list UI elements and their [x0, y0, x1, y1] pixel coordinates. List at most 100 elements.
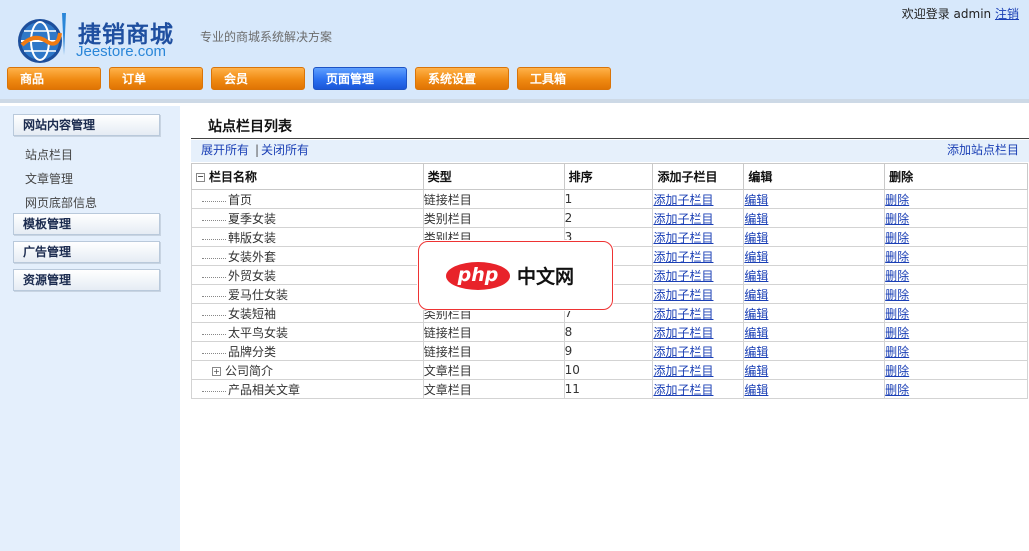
delete-link[interactable]: 删除	[885, 193, 909, 207]
nav-tab-2[interactable]: 会员	[211, 67, 305, 90]
main-content: 站点栏目列表 展开所有 | 关闭所有 添加站点栏目 − 栏目名称 类型 排序 添加…	[181, 106, 1029, 551]
nav-tab-5[interactable]: 工具箱	[517, 67, 611, 90]
cell-order: 9	[563, 341, 654, 361]
add-child-link[interactable]: 添加子栏目	[653, 212, 713, 226]
page-title: 站点栏目列表	[208, 119, 292, 135]
nav-tab-3[interactable]: 页面管理	[313, 67, 407, 90]
cell-edit-link: 编辑	[743, 284, 886, 304]
add-child-link[interactable]: 添加子栏目	[653, 326, 713, 340]
add-child-link[interactable]: 添加子栏目	[653, 231, 713, 245]
sidebar-item-articles[interactable]: 文章管理	[25, 170, 73, 187]
cell-add-child-link: 添加子栏目	[652, 265, 745, 285]
delete-link[interactable]: 删除	[885, 307, 909, 321]
cell-edit-link: 编辑	[743, 265, 886, 285]
add-child-link[interactable]: 添加子栏目	[653, 383, 713, 397]
add-child-link[interactable]: 添加子栏目	[653, 269, 713, 283]
column-name: 爱马仕女装	[228, 287, 289, 302]
table-row: + 公司简介 文章栏目 10 添加子栏目 编辑 删除	[191, 360, 1028, 380]
add-child-link[interactable]: 添加子栏目	[653, 288, 713, 302]
edit-link[interactable]: 编辑	[744, 307, 768, 321]
tree-connector-icon	[202, 229, 226, 240]
add-child-link[interactable]: 添加子栏目	[653, 345, 713, 359]
edit-link[interactable]: 编辑	[744, 250, 768, 264]
sidebar-group-templates[interactable]: 模板管理	[13, 213, 160, 235]
column-header-edit: 编辑	[743, 163, 886, 190]
add-site-column-link[interactable]: 添加站点栏目	[947, 140, 1019, 160]
sidebar-item-footer-info[interactable]: 网页底部信息	[25, 194, 97, 211]
nav-tab-4[interactable]: 系统设置	[415, 67, 509, 90]
watermark-text: 中文网	[517, 266, 575, 288]
edit-link[interactable]: 编辑	[744, 364, 768, 378]
column-name: 首页	[228, 192, 253, 207]
delete-link[interactable]: 删除	[885, 345, 909, 359]
add-child-link[interactable]: 添加子栏目	[653, 250, 713, 264]
sidebar-group-resources[interactable]: 资源管理	[13, 269, 160, 291]
delete-link[interactable]: 删除	[885, 269, 909, 283]
delete-link[interactable]: 删除	[885, 288, 909, 302]
edit-link[interactable]: 编辑	[744, 269, 768, 283]
column-name: 太平鸟女装	[228, 325, 289, 340]
cell-edit-link: 编辑	[743, 246, 886, 266]
cell-edit-link: 编辑	[743, 303, 886, 323]
cell-order: 10	[563, 360, 654, 380]
column-name: 产品相关文章	[228, 382, 301, 397]
column-name: 夏季女装	[228, 211, 277, 226]
expand-all-link[interactable]: 展开所有	[201, 140, 249, 160]
toolbar: 展开所有 | 关闭所有 添加站点栏目	[191, 140, 1029, 162]
cell-add-child-link: 添加子栏目	[652, 284, 745, 304]
logo-domain: Jeestore.com	[76, 43, 167, 60]
column-header-name-label: 栏目名称	[209, 170, 258, 184]
cell-name: 韩版女装	[191, 227, 424, 247]
cell-name: 女装外套	[191, 246, 424, 266]
collapse-tree-icon[interactable]: −	[196, 173, 205, 182]
toolbar-separator: |	[255, 143, 260, 157]
edit-link[interactable]: 编辑	[744, 326, 768, 340]
edit-link[interactable]: 编辑	[744, 383, 768, 397]
add-child-link[interactable]: 添加子栏目	[653, 364, 713, 378]
cell-name: 外贸女装	[191, 265, 424, 285]
nav-tab-0[interactable]: 商品	[7, 67, 101, 90]
sidebar-group-ads[interactable]: 广告管理	[13, 241, 160, 263]
tree-connector-icon	[202, 305, 226, 316]
edit-link[interactable]: 编辑	[744, 193, 768, 207]
edit-link[interactable]: 编辑	[744, 231, 768, 245]
nav-tab-1[interactable]: 订单	[109, 67, 203, 90]
cell-delete-link: 删除	[884, 379, 1028, 399]
add-child-link[interactable]: 添加子栏目	[653, 193, 713, 207]
delete-link[interactable]: 删除	[885, 364, 909, 378]
tree-connector-icon	[202, 324, 226, 335]
delete-link[interactable]: 删除	[885, 231, 909, 245]
logo[interactable]: 捷销商城 Jeestore.com	[16, 3, 186, 63]
welcome-text: 欢迎登录	[901, 7, 950, 21]
add-child-link[interactable]: 添加子栏目	[653, 307, 713, 321]
delete-link[interactable]: 删除	[885, 326, 909, 340]
table-row: 产品相关文章 文章栏目 11 添加子栏目 编辑 删除	[191, 379, 1028, 399]
cell-add-child-link: 添加子栏目	[652, 208, 745, 228]
cell-type: 类别栏目	[422, 208, 565, 228]
edit-link[interactable]: 编辑	[744, 345, 768, 359]
edit-link[interactable]: 编辑	[744, 212, 768, 226]
table-row: 夏季女装 类别栏目 2 添加子栏目 编辑 删除	[191, 208, 1028, 228]
column-header-name[interactable]: − 栏目名称	[191, 163, 424, 190]
header: 捷销商城 Jeestore.com 专业的商城系统解决方案 欢迎登录 admin…	[0, 0, 1029, 103]
column-name: 品牌分类	[228, 344, 277, 359]
cell-delete-link: 删除	[884, 189, 1028, 209]
column-header-add-child: 添加子栏目	[652, 163, 745, 190]
expand-node-icon[interactable]: +	[212, 366, 221, 376]
column-header-order: 排序	[563, 163, 654, 190]
cell-edit-link: 编辑	[743, 227, 886, 247]
column-header-type: 类型	[422, 163, 565, 190]
sidebar-item-site-columns[interactable]: 站点栏目	[25, 146, 73, 163]
delete-link[interactable]: 删除	[885, 250, 909, 264]
cell-edit-link: 编辑	[743, 208, 886, 228]
user-area: 欢迎登录 admin 注销	[902, 5, 1019, 22]
logout-link[interactable]: 注销	[995, 7, 1019, 21]
cell-delete-link: 删除	[884, 246, 1028, 266]
collapse-all-link[interactable]: 关闭所有	[261, 140, 309, 160]
delete-link[interactable]: 删除	[885, 383, 909, 397]
sidebar-group-content[interactable]: 网站内容管理	[13, 114, 160, 136]
globe-logo-icon	[18, 13, 66, 63]
delete-link[interactable]: 删除	[885, 212, 909, 226]
sidebar: 网站内容管理 站点栏目 文章管理 网页底部信息 模板管理 广告管理 资源管理	[0, 106, 180, 551]
edit-link[interactable]: 编辑	[744, 288, 768, 302]
